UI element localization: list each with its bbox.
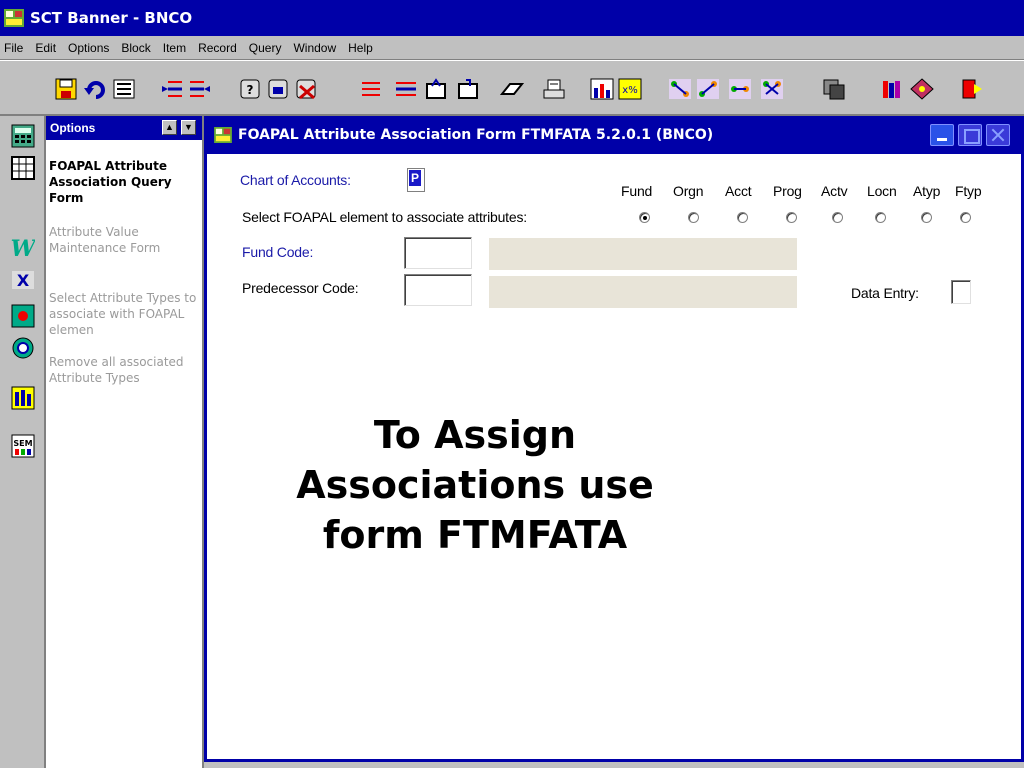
books-icon[interactable] <box>880 78 904 100</box>
rollback-icon[interactable] <box>84 78 108 100</box>
fund-code-description <box>489 238 797 270</box>
menu-block[interactable]: Block <box>115 36 156 60</box>
menu-file[interactable]: File <box>0 36 29 60</box>
fund-code-input[interactable] <box>404 237 472 269</box>
workflow-icon[interactable]: W <box>11 236 35 260</box>
element-label-ftyp: Ftyp <box>955 183 982 199</box>
tree-icon-1[interactable] <box>668 78 692 100</box>
print-icon[interactable] <box>542 78 566 100</box>
option-query-form[interactable]: FOAPAL Attribute Association Query Form <box>49 158 201 206</box>
xtender-icon[interactable]: X <box>11 268 35 292</box>
chart-icon[interactable] <box>590 78 614 100</box>
form-title: FOAPAL Attribute Association Form FTMFAT… <box>238 127 714 143</box>
form-title-bar[interactable]: FOAPAL Attribute Association Form FTMFAT… <box>204 116 1024 154</box>
menu-item[interactable]: Item <box>157 36 192 60</box>
previous-block-icon[interactable] <box>160 78 184 100</box>
cancel-query-icon[interactable] <box>294 78 318 100</box>
next-block-icon[interactable] <box>188 78 212 100</box>
menu-window[interactable]: Window <box>287 36 342 60</box>
shortcut-icon-bar: W X SEM <box>0 116 46 768</box>
calculator-icon[interactable] <box>11 124 35 148</box>
enter-query-icon[interactable]: ? <box>238 78 262 100</box>
element-label-fund: Fund <box>621 183 653 199</box>
options-title: Options <box>50 121 96 135</box>
remove-record-icon[interactable] <box>394 78 418 100</box>
table-icon[interactable] <box>11 156 35 180</box>
element-label-prog: Prog <box>773 183 802 199</box>
element-label-actv: Actv <box>821 183 848 199</box>
banner-app-icon <box>4 9 24 27</box>
sem-icon[interactable]: SEM <box>11 434 35 458</box>
radio-fund[interactable] <box>639 212 650 223</box>
recall-icon[interactable] <box>11 304 35 328</box>
chart-of-accounts-field[interactable]: P <box>407 168 425 192</box>
calculator-icon[interactable]: x% <box>618 78 642 100</box>
sync-icon[interactable] <box>11 336 35 360</box>
next-record-icon[interactable] <box>456 78 480 100</box>
duplicate-record-icon[interactable] <box>424 78 448 100</box>
fund-code-label: Fund Code: <box>242 244 314 260</box>
exit-icon[interactable] <box>112 78 136 100</box>
select-element-label: Select FOAPAL element to associate attri… <box>242 209 527 225</box>
scroll-down-icon[interactable]: ▼ <box>181 120 196 135</box>
exit-door-icon[interactable] <box>960 78 984 100</box>
options-header: Options ▲ ▼ <box>46 116 202 140</box>
map-icon[interactable] <box>11 386 35 410</box>
tree-icon-3[interactable] <box>728 78 752 100</box>
insert-record-icon[interactable] <box>358 78 382 100</box>
radio-acct[interactable] <box>737 212 748 223</box>
option-remove-attribute-types: Remove all associated Attribute Types <box>49 355 184 385</box>
menu-bar: File Edit Options Block Item Record Query Windo… <box>0 36 1024 60</box>
svg-text:SEM: SEM <box>13 439 32 448</box>
element-label-acct: Acct <box>725 183 752 199</box>
menu-record[interactable]: Record <box>192 36 243 60</box>
radio-locn[interactable] <box>875 212 886 223</box>
svg-text:X: X <box>17 271 30 290</box>
banner-form-icon <box>214 127 232 143</box>
close-button[interactable] <box>986 124 1010 146</box>
radio-prog[interactable] <box>786 212 797 223</box>
menu-help[interactable]: Help <box>342 36 379 60</box>
menu-query[interactable]: Query <box>243 36 288 60</box>
copy-icon[interactable] <box>822 78 846 100</box>
banner-app-window: SCT Banner - BNCO File Edit Options Block It… <box>0 0 1024 768</box>
slide-caption: To Assign Associations use form FTMFATA <box>296 413 654 557</box>
execute-query-icon[interactable] <box>266 78 290 100</box>
data-entry-checkbox[interactable] <box>951 280 971 304</box>
chart-of-accounts-label: Chart of Accounts: <box>240 172 351 188</box>
scroll-up-icon[interactable]: ▲ <box>162 120 177 135</box>
chart-of-accounts-value: P <box>409 170 421 186</box>
help-icon[interactable] <box>910 78 934 100</box>
radio-ftyp[interactable] <box>960 212 971 223</box>
radio-orgn[interactable] <box>688 212 699 223</box>
tree-icon-2[interactable] <box>696 78 720 100</box>
svg-text:W: W <box>11 236 35 260</box>
menu-options[interactable]: Options <box>62 36 115 60</box>
element-label-atyp: Atyp <box>913 183 941 199</box>
tree-icon-4[interactable] <box>760 78 784 100</box>
svg-text:x%: x% <box>622 85 637 96</box>
option-attribute-value-form: Attribute Value Maintenance Form <box>49 225 161 255</box>
option-select-attribute-types: Select Attribute Types to associate with… <box>49 291 197 337</box>
radio-atyp[interactable] <box>921 212 932 223</box>
minimize-button[interactable] <box>930 124 954 146</box>
radio-actv[interactable] <box>832 212 843 223</box>
maximize-button[interactable] <box>958 124 982 146</box>
data-entry-label: Data Entry: <box>851 285 919 301</box>
save-icon[interactable] <box>54 78 78 100</box>
menu-edit[interactable]: Edit <box>29 36 62 60</box>
predecessor-code-label: Predecessor Code: <box>242 280 359 296</box>
toolbar: ? x% <box>0 60 1024 116</box>
options-panel: Options ▲ ▼ FOAPAL Attribute Association… <box>46 116 204 768</box>
element-label-orgn: Orgn <box>673 183 704 199</box>
element-label-locn: Locn <box>867 183 897 199</box>
svg-text:?: ? <box>247 83 254 97</box>
predecessor-code-input[interactable] <box>404 274 472 306</box>
app-title-bar[interactable]: SCT Banner - BNCO <box>0 0 1024 36</box>
predecessor-code-description <box>489 276 797 308</box>
app-title: SCT Banner - BNCO <box>30 9 193 27</box>
clear-record-icon[interactable] <box>500 78 524 100</box>
